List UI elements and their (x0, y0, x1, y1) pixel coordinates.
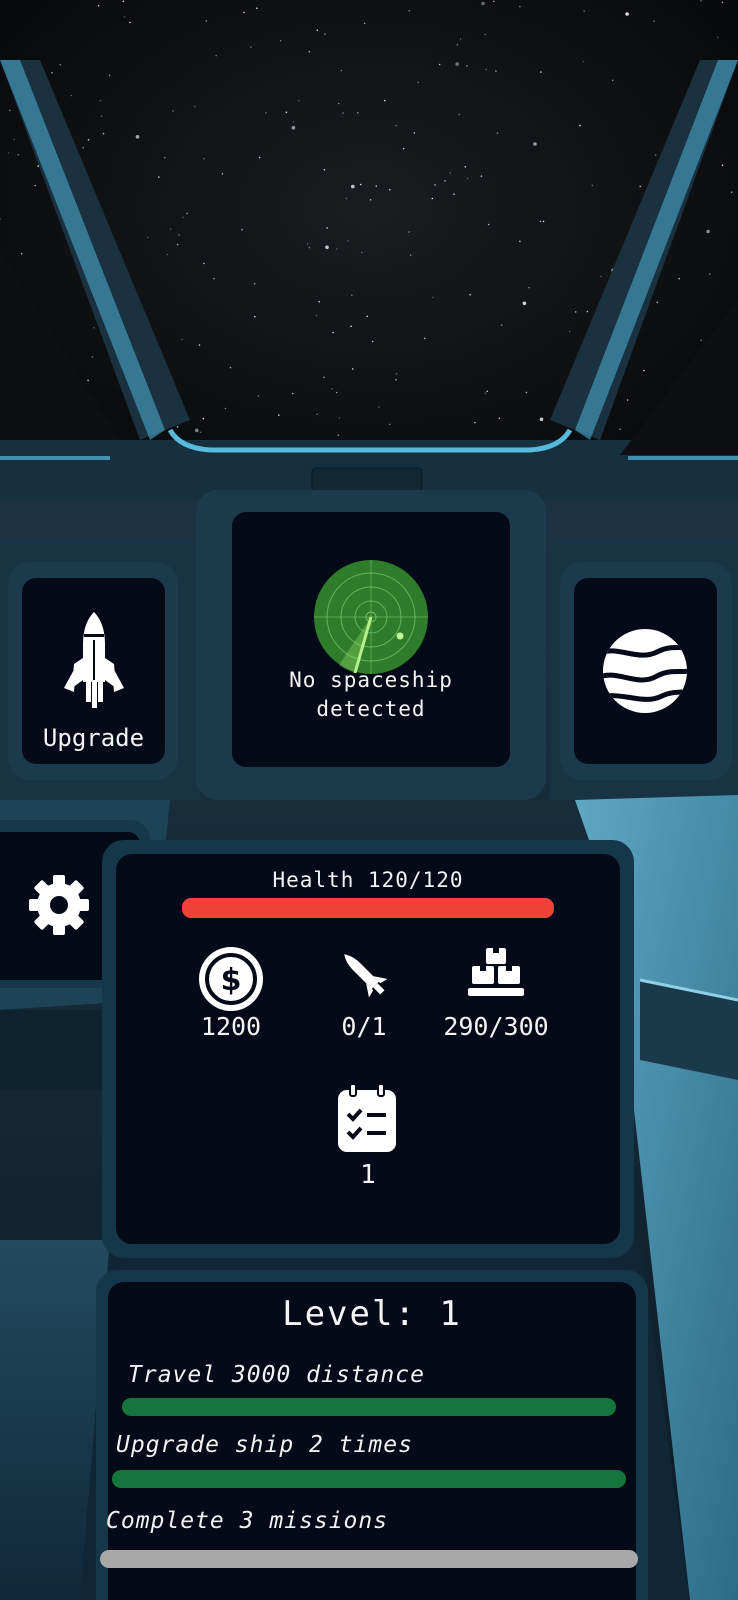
health-bar-fill (182, 898, 554, 918)
radar-screen: No spaceship detected (232, 512, 510, 767)
radar-scope (314, 560, 428, 674)
objective-bar-fill-2 (112, 1470, 626, 1488)
rocket-icon (64, 612, 124, 708)
missiles-value: 0/1 (341, 1012, 387, 1041)
health-label: Health 120/120 (272, 868, 464, 892)
missions-value: 1 (360, 1160, 376, 1190)
objective-label-2: Upgrade ship 2 times (116, 1432, 413, 1458)
objective-bar-fill-1 (122, 1398, 616, 1416)
objective-bar-track-3 (100, 1550, 638, 1568)
clipboard-checklist-icon (338, 1084, 396, 1152)
stats-panel: Health 120/120 $ 1200 0/1 290/300 1 (116, 854, 620, 1244)
dollar-coin-icon: $ (199, 947, 263, 1011)
svg-text:$: $ (221, 963, 242, 998)
planet-button[interactable] (574, 578, 717, 764)
health-bar-track (182, 898, 554, 918)
missile-icon (344, 954, 388, 998)
radar-status-line2: detected (316, 697, 426, 721)
upgrade-label: Upgrade (42, 724, 145, 752)
level-title: Level: 1 (282, 1294, 462, 1334)
cargo-crates-icon (468, 948, 524, 996)
cockpit-scene: No spaceship detected Upgrade Health 120… (0, 0, 738, 1600)
objective-bar-track-1 (122, 1398, 616, 1416)
radar-status-line1: No spaceship (289, 668, 453, 692)
objective-bar-track-2 (112, 1470, 626, 1488)
objective-label-1: Travel 3000 distance (128, 1362, 425, 1388)
cargo-value: 290/300 (443, 1012, 549, 1041)
radar-status: No spaceship detected (232, 666, 510, 724)
planet-icon (603, 629, 687, 713)
objective-label-3: Complete 3 missions (106, 1508, 389, 1534)
credits-value: 1200 (200, 1012, 262, 1041)
upgrade-button[interactable]: Upgrade (22, 578, 165, 764)
level-panel: Level: 1 Travel 3000 distance Upgrade sh… (100, 1282, 638, 1600)
gear-icon (29, 875, 89, 935)
